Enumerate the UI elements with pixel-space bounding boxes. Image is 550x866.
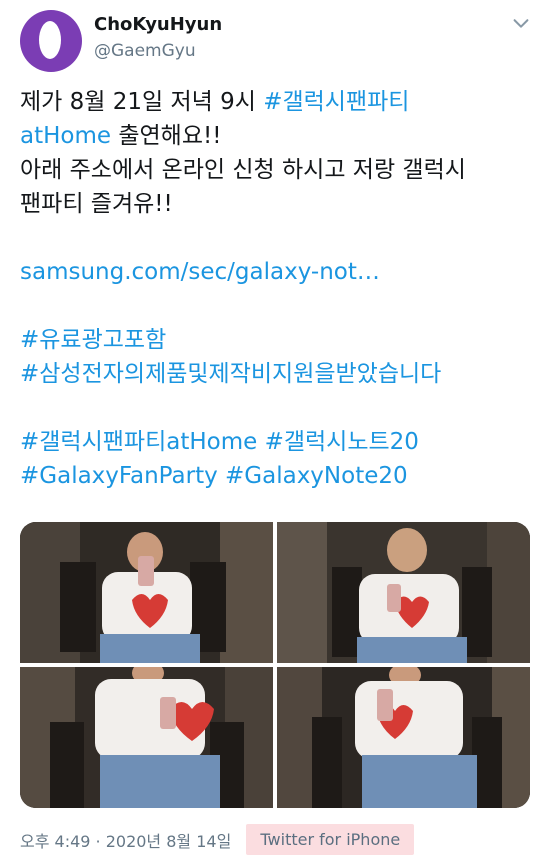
hashtag-link[interactable]: #유료광고포함 — [20, 327, 166, 353]
photo-grid — [20, 522, 530, 808]
tweet-header: ChoKyuHyun @GaemGyu — [0, 0, 550, 80]
author-name[interactable]: ChoKyuHyun — [94, 14, 222, 35]
hashtag-link[interactable]: #GalaxyNote20 — [225, 463, 408, 489]
tweet-line: samsung.com/sec/galaxy-not… — [20, 255, 535, 289]
hashtag-link[interactable]: #GalaxyFanParty — [20, 463, 218, 489]
hashtag-link[interactable]: atHome — [20, 123, 111, 149]
photo-2[interactable] — [277, 522, 530, 663]
tweet-text-segment — [257, 429, 264, 455]
tweet-text-segment: 제가 8월 21일 저녁 9시 — [20, 89, 264, 115]
tweet-line: #GalaxyFanParty #GalaxyNote20 — [20, 459, 535, 493]
tweet-line: 제가 8월 21일 저녁 9시 #갤럭시팬파티 — [20, 85, 535, 119]
tweet-line — [20, 391, 535, 425]
hashtag-link[interactable]: #갤럭시노트20 — [265, 429, 419, 455]
hashtag-link[interactable]: #삼성전자의제품및제작비지원을받았습니다 — [20, 361, 441, 387]
tweet-footer: 오후 4:49 · 2020년 8월 14일 Twitter for iPhon… — [20, 824, 415, 860]
tweet-text-segment: 팬파티 즐겨유!! — [20, 191, 173, 217]
author-handle[interactable]: @GaemGyu — [94, 41, 196, 61]
tweet-text-segment: 출연해요!! — [111, 123, 222, 149]
tweet-line: #유료광고포함 — [20, 323, 535, 357]
hashtag-link[interactable]: #갤럭시팬파티 — [263, 89, 409, 115]
avatar-icon[interactable] — [20, 10, 82, 72]
tweet-text-segment: 아래 주소에서 온라인 신청 하시고 저랑 갤럭시 — [20, 157, 466, 183]
timestamp[interactable]: 오후 4:49 · 2020년 8월 14일 — [20, 828, 231, 852]
chevron-down-icon[interactable] — [510, 12, 532, 34]
url-link[interactable]: samsung.com/sec/galaxy-not… — [20, 259, 380, 285]
source-label[interactable]: Twitter for iPhone — [246, 824, 415, 855]
photo-1[interactable] — [20, 522, 273, 663]
tweet-line: #갤럭시팬파티atHome #갤럭시노트20 — [20, 425, 535, 459]
tweet-line: #삼성전자의제품및제작비지원을받았습니다 — [20, 357, 535, 391]
tweet-line — [20, 221, 535, 255]
tweet-text-segment — [218, 463, 225, 489]
hashtag-link[interactable]: #갤럭시팬파티atHome — [20, 429, 257, 455]
tweet-line: 아래 주소에서 온라인 신청 하시고 저랑 갤럭시 — [20, 153, 535, 187]
tweet-line: atHome 출연해요!! — [20, 119, 535, 153]
tweet-line — [20, 289, 535, 323]
photo-3[interactable] — [20, 667, 273, 808]
tweet-line: 팬파티 즐겨유!! — [20, 187, 535, 221]
photo-4[interactable] — [277, 667, 530, 808]
tweet-text: 제가 8월 21일 저녁 9시 #갤럭시팬파티 atHome 출연해요!! 아래 주… — [20, 85, 535, 493]
